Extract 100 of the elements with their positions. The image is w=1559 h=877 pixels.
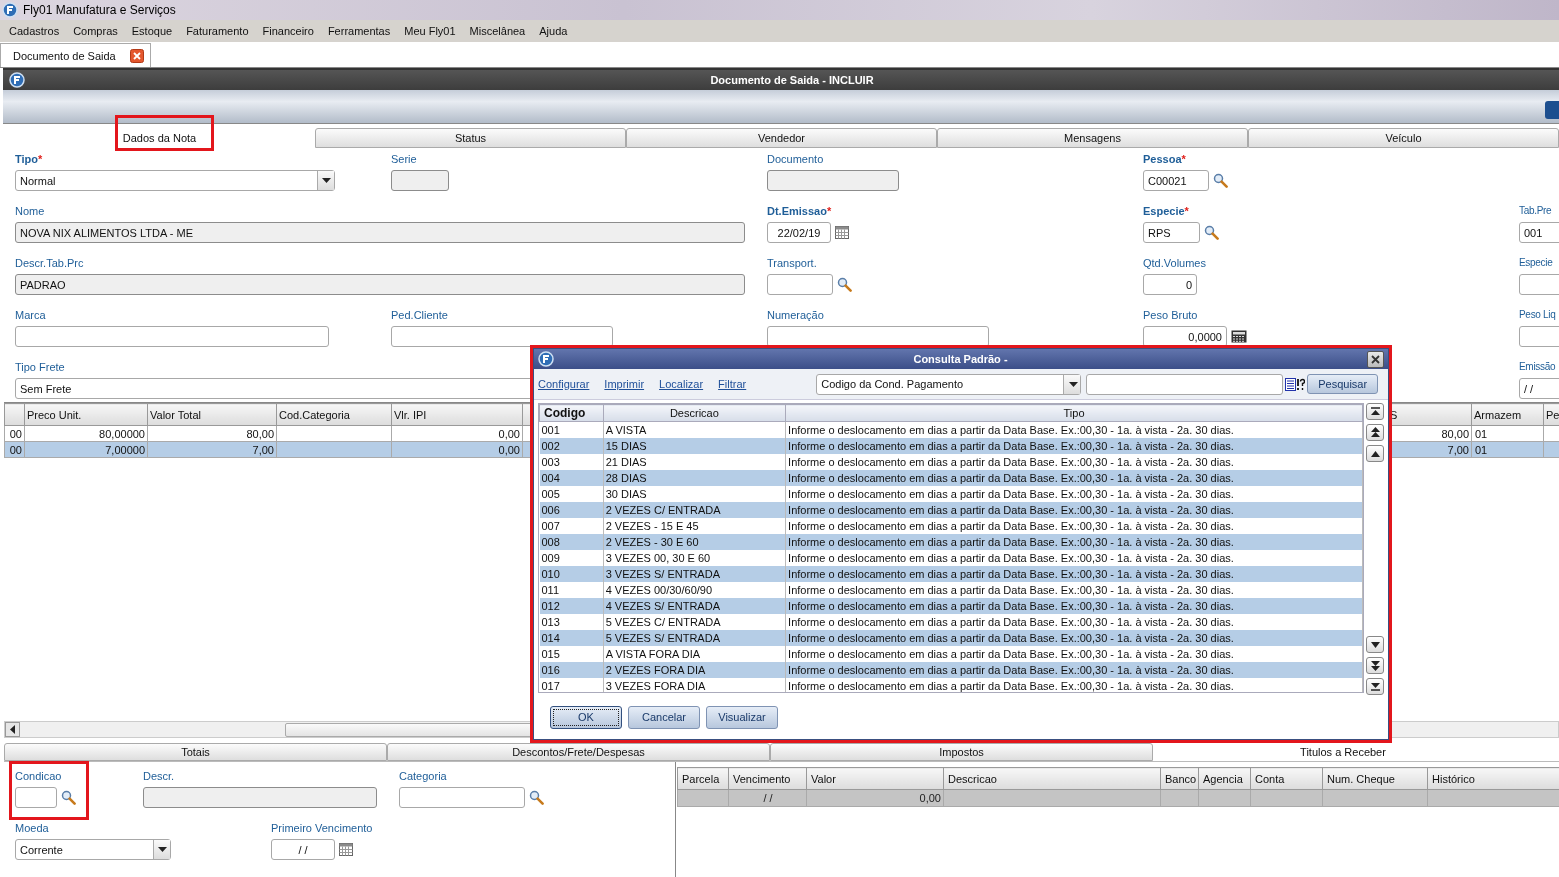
tab[interactable]: Mensagens [937, 128, 1248, 148]
page-up-button[interactable] [1366, 424, 1384, 441]
window-title: Fly01 Manufatura e Serviços [23, 3, 176, 17]
dialog-title: Consulta Padrão - [912, 353, 1009, 365]
caret-down-icon [157, 847, 167, 852]
scroll-top-button[interactable] [1366, 403, 1384, 420]
tab[interactable]: Status [315, 128, 626, 148]
field-label: Peso Bruto [1143, 309, 1199, 323]
input-field[interactable]: 0 [1143, 274, 1197, 295]
field-label: Emissão [1519, 361, 1557, 374]
column-header: Parcela [677, 767, 729, 790]
calendar-icon[interactable] [835, 226, 849, 239]
tab[interactable]: Totais [4, 743, 387, 761]
field-label: Documento [767, 153, 825, 167]
table-cell: 00 [4, 425, 25, 442]
field-label: Nome [15, 205, 46, 219]
search-icon[interactable] [1213, 173, 1228, 188]
table-cell: 0,00 [391, 425, 523, 442]
dialog-button[interactable]: OK [550, 705, 622, 729]
readonly-field[interactable]: NOVA NIX ALIMENTOS LTDA - ME [15, 222, 745, 243]
menu-item[interactable]: Ajuda [532, 25, 575, 37]
readonly-field[interactable]: PADRAO [15, 274, 745, 295]
tab[interactable]: Vendedor [626, 128, 937, 148]
input-field[interactable]: 0,0000 [1143, 326, 1227, 347]
app-icon [2, 2, 18, 18]
document-tab[interactable]: Documento de Saida [0, 43, 151, 67]
search-icon[interactable] [529, 790, 544, 805]
input-field[interactable]: RPS [1143, 222, 1200, 243]
field-label: Condicao [15, 770, 63, 784]
table-cell: 01 [1471, 425, 1544, 442]
menu-item[interactable]: Miscelânea [462, 25, 533, 37]
field-label: Ped.Cliente [391, 309, 449, 323]
page-down-button[interactable] [1366, 657, 1384, 674]
field-label: Marca [15, 309, 47, 323]
dropdown-button[interactable] [1063, 374, 1081, 394]
field-label: Dt.Emissao* [767, 205, 833, 219]
dropdown[interactable]: Codigo da Cond. Pagamento [816, 373, 1082, 395]
search-field[interactable] [1086, 373, 1284, 395]
field-label: Tab.Pre [1519, 205, 1553, 218]
table-cell: 002 [539, 438, 604, 454]
menu-item[interactable]: Financeiro [255, 25, 321, 37]
menu-item[interactable]: Compras [66, 25, 125, 37]
input-field[interactable] [399, 787, 525, 808]
input-field[interactable] [15, 787, 57, 808]
input-field[interactable]: / / [1519, 378, 1559, 399]
caret-down-icon [321, 178, 331, 183]
scroll-left-button[interactable] [5, 722, 20, 737]
input-field[interactable]: 001 [1519, 222, 1559, 243]
app-icon [538, 351, 554, 367]
tab[interactable]: Impostos [770, 743, 1153, 761]
list-help-icon[interactable] [1285, 377, 1306, 391]
field-label: Tipo Frete [15, 361, 66, 375]
dialog-button[interactable]: Visualizar [706, 705, 778, 729]
input-field[interactable]: C00021 [1143, 170, 1209, 191]
calculator-icon[interactable] [1231, 330, 1247, 343]
close-button[interactable] [1367, 350, 1384, 368]
menu-item[interactable]: Faturamento [179, 25, 256, 37]
search-icon[interactable] [837, 277, 852, 292]
up-arrow-icon [1370, 450, 1380, 457]
toolbar-link[interactable]: Localizar [659, 378, 704, 390]
table-cell: 008 [539, 534, 604, 550]
dropdown-button[interactable] [317, 171, 334, 190]
tab[interactable]: Veículo [1248, 128, 1559, 148]
menu-item[interactable]: Cadastros [2, 25, 67, 37]
search-icon[interactable] [61, 790, 76, 805]
field-label: Pessoa* [1143, 153, 1187, 167]
date-field[interactable]: / / [271, 839, 335, 860]
scroll-up-button[interactable] [1366, 445, 1384, 462]
readonly-field[interactable] [767, 170, 899, 191]
readonly-field[interactable] [391, 170, 449, 191]
column-header: Vlr. IPI [391, 403, 523, 426]
input-field[interactable] [391, 326, 613, 347]
toolbar-link[interactable]: Imprimir [604, 378, 645, 390]
scroll-bottom-button[interactable] [1366, 678, 1384, 695]
menu-item[interactable]: Meu Fly01 [397, 25, 463, 37]
search-icon[interactable] [1204, 225, 1219, 240]
column-header: Armazem [1471, 403, 1544, 426]
search-button[interactable]: Pesquisar [1307, 374, 1379, 394]
readonly-field[interactable] [143, 787, 377, 808]
column-header: Banco [1160, 767, 1199, 790]
menu-item[interactable]: Estoque [124, 25, 180, 37]
tab[interactable]: Descontos/Frete/Despesas [387, 743, 770, 761]
table-cell: 2 VEZES FORA DIA [603, 662, 786, 678]
input-field[interactable] [767, 326, 989, 347]
dialog-button[interactable]: Cancelar [628, 705, 700, 729]
calendar-icon[interactable] [339, 843, 353, 856]
table-cell: 2 VEZES C/ ENTRADA [603, 502, 786, 518]
scroll-down-button[interactable] [1366, 636, 1384, 653]
table-cell: Informe o deslocamento em dias a partir da Data Base. Ex.:00,30 - 1a. à vista - 2a. 30 dias. [785, 598, 1363, 614]
input-field[interactable] [767, 274, 833, 295]
dropdown[interactable]: Corrente [15, 839, 171, 860]
dropdown[interactable]: Normal [15, 170, 335, 191]
menu-item[interactable]: Ferramentas [320, 25, 398, 37]
input-field[interactable] [15, 326, 329, 347]
field-label: Numeração [767, 309, 825, 323]
toolbar-link[interactable]: Configurar [538, 378, 590, 390]
close-icon[interactable] [129, 48, 144, 63]
table-cell: 5 VEZES S/ ENTRADA [603, 630, 786, 646]
dropdown-button[interactable] [153, 840, 170, 859]
date-field[interactable]: 22/02/19 [767, 222, 831, 243]
